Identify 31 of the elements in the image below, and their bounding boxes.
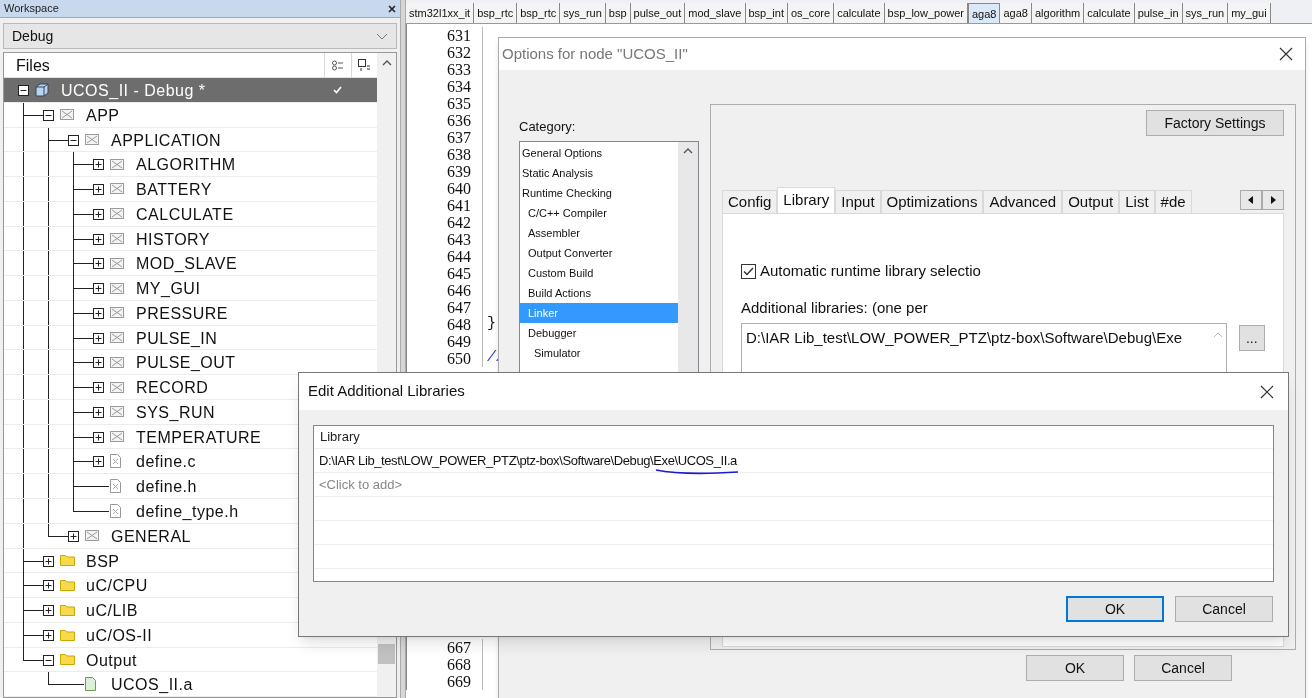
- line-number: 635: [446, 95, 471, 112]
- line-number: 639: [446, 163, 471, 180]
- line-number: 669: [446, 673, 471, 690]
- line-number: 640: [446, 180, 471, 197]
- line-number: 650: [446, 350, 471, 367]
- line-number: 631: [446, 27, 471, 44]
- line-number: 641: [446, 197, 471, 214]
- line-number: 637: [446, 129, 471, 146]
- column-header: Files: [15, 56, 51, 76]
- line-number: 643: [446, 231, 471, 248]
- line-number: 646: [446, 282, 471, 299]
- line-number: 667: [446, 639, 471, 656]
- line-number: 632: [446, 44, 471, 61]
- line-number: 645: [446, 265, 471, 282]
- dialog-title: Options for node "UCOS_II": [502, 43, 688, 64]
- line-number: 668: [446, 656, 471, 673]
- line-number: 634: [446, 78, 471, 95]
- panel-title: Workspace: [4, 1, 59, 17]
- line-number: 644: [446, 248, 471, 265]
- line-number: 636: [446, 112, 471, 129]
- checkbox-label: Automatic runtime library selectio: [760, 261, 981, 281]
- line-number: 647: [446, 299, 471, 316]
- category-label: Category:: [519, 118, 577, 136]
- line-number: 648: [446, 316, 471, 333]
- line-number: 633: [446, 61, 471, 78]
- code-text: }: [487, 314, 496, 335]
- field-label: Additional libraries: (one per: [741, 297, 929, 318]
- line-number: 649: [446, 333, 471, 350]
- column-header: Library: [319, 428, 360, 447]
- line-number: 642: [446, 214, 471, 231]
- line-number: 638: [446, 146, 471, 163]
